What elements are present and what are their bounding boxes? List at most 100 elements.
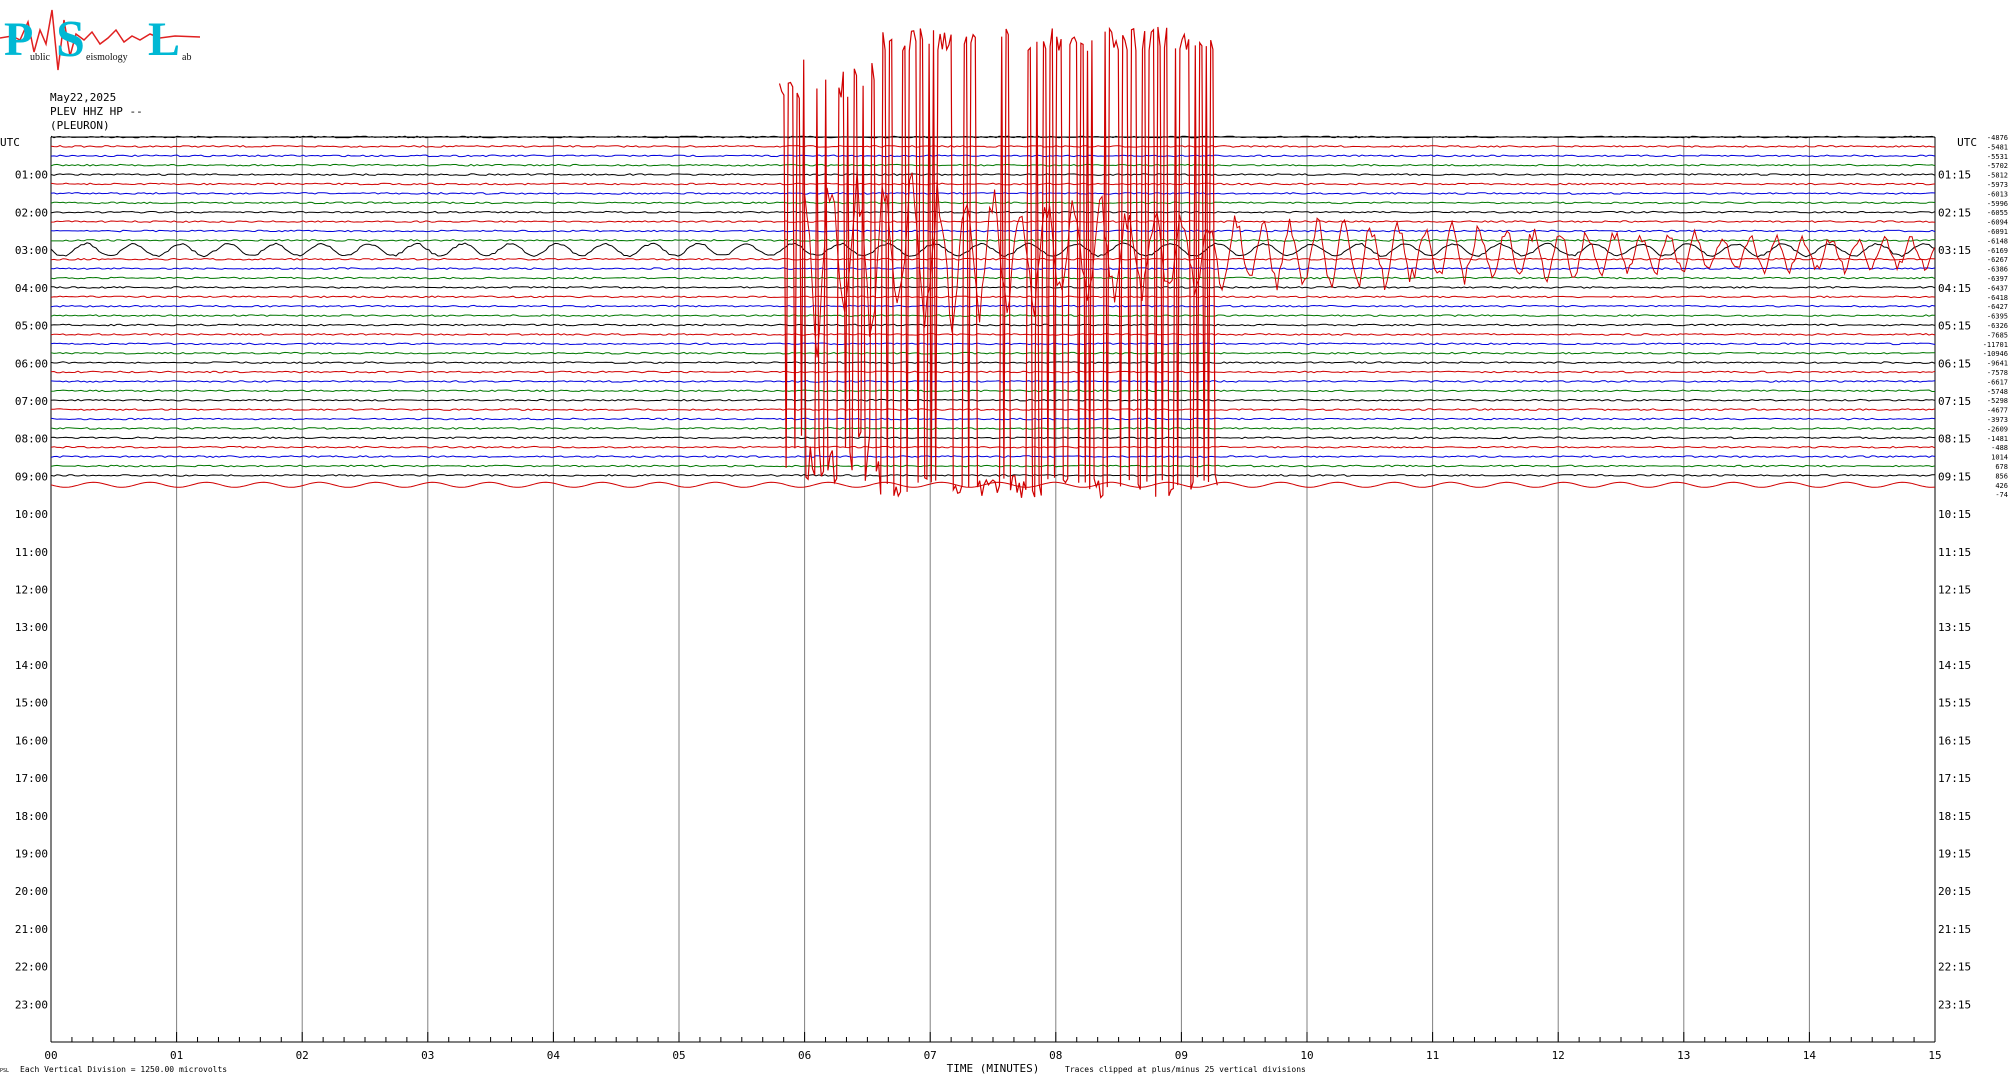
trace-offset-label: -6437 bbox=[1987, 284, 2008, 292]
trace-line bbox=[50, 481, 1936, 488]
trace-line bbox=[50, 210, 1936, 214]
trace-line bbox=[51, 239, 1935, 242]
trace-offset-label: -488 bbox=[1991, 444, 2008, 452]
x-tick-label: 08 bbox=[1049, 1049, 1062, 1062]
x-tick-label: 09 bbox=[1175, 1049, 1188, 1062]
right-hour-label: 16:15 bbox=[1938, 734, 1971, 747]
trace-offset-label: -6397 bbox=[1987, 275, 2008, 283]
trace-line bbox=[51, 286, 1936, 289]
right-hour-label: 21:15 bbox=[1938, 923, 1971, 936]
x-tick-label: 13 bbox=[1677, 1049, 1690, 1062]
trace-line bbox=[50, 351, 1935, 355]
trace-offset-label: -9641 bbox=[1987, 360, 2008, 368]
trace-offset-label: -5702 bbox=[1987, 162, 2008, 170]
left-hour-label: 08:00 bbox=[15, 433, 48, 446]
right-hour-label: 03:15 bbox=[1938, 244, 1971, 257]
x-tick-label: 01 bbox=[170, 1049, 183, 1062]
trace-offset-label: -5996 bbox=[1987, 200, 2008, 208]
trace-offset-label: -6091 bbox=[1987, 228, 2008, 236]
right-hour-label: 04:15 bbox=[1938, 282, 1971, 295]
trace-offset-label: -6169 bbox=[1987, 247, 2008, 255]
x-tick-label: 12 bbox=[1552, 1049, 1565, 1062]
right-hour-label: 17:15 bbox=[1938, 772, 1971, 785]
trace-offset-label: -6094 bbox=[1987, 219, 2008, 227]
left-hour-label: 21:00 bbox=[15, 923, 48, 936]
trace-offset-label: -74 bbox=[1995, 491, 2008, 499]
x-tick-label: 10 bbox=[1300, 1049, 1313, 1062]
trace-offset-label: -7578 bbox=[1987, 369, 2008, 377]
event-coda-trace bbox=[804, 169, 1936, 358]
right-utc-title: UTC bbox=[1957, 136, 1977, 149]
trace-line bbox=[50, 436, 1936, 440]
trace-line bbox=[50, 163, 1936, 167]
left-hour-label: 09:00 bbox=[15, 470, 48, 483]
trace-line bbox=[50, 220, 1936, 223]
right-hour-label: 13:15 bbox=[1938, 621, 1971, 634]
corner-mark: PSL bbox=[0, 1068, 9, 1074]
trace-offset-label: -6267 bbox=[1987, 256, 2008, 264]
trace-offset-label: -5298 bbox=[1987, 397, 2008, 405]
right-hour-label: 10:15 bbox=[1938, 508, 1971, 521]
left-utc-title: UTC bbox=[0, 136, 20, 149]
trace-line bbox=[50, 173, 1936, 176]
trace-line bbox=[51, 408, 1936, 411]
left-hour-label: 06:00 bbox=[15, 357, 48, 370]
trace-offset-label: -10946 bbox=[1983, 350, 2008, 358]
x-tick-label: 14 bbox=[1803, 1049, 1817, 1062]
trace-offset-label: -5973 bbox=[1987, 181, 2008, 189]
left-hour-label: 14:00 bbox=[15, 659, 48, 672]
trace-line bbox=[50, 398, 1936, 402]
left-hour-label: 03:00 bbox=[15, 244, 48, 257]
left-hour-label: 13:00 bbox=[15, 621, 48, 634]
trace-offset-label: 426 bbox=[1995, 482, 2008, 490]
left-hour-label: 22:00 bbox=[15, 961, 48, 974]
trace-line bbox=[50, 323, 1936, 327]
left-hour-label: 10:00 bbox=[15, 508, 48, 521]
right-hour-label: 12:15 bbox=[1938, 584, 1971, 597]
trace-offset-label: -5812 bbox=[1987, 172, 2008, 180]
right-hour-label: 18:15 bbox=[1938, 810, 1971, 823]
x-tick-label: 03 bbox=[421, 1049, 434, 1062]
trace-offset-label: -1481 bbox=[1987, 435, 2008, 443]
trace-line bbox=[50, 474, 1936, 477]
left-hour-label: 02:00 bbox=[15, 206, 48, 219]
left-hour-label: 20:00 bbox=[15, 885, 48, 898]
trace-offset-label: -6395 bbox=[1987, 313, 2008, 321]
trace-line bbox=[50, 389, 1935, 393]
right-hour-label: 09:15 bbox=[1938, 470, 1971, 483]
x-tick-label: 02 bbox=[296, 1049, 309, 1062]
footer-clip-note: Traces clipped at plus/minus 25 vertical… bbox=[1065, 1065, 1306, 1074]
right-hour-label: 23:15 bbox=[1938, 998, 1971, 1011]
right-hour-label: 08:15 bbox=[1938, 433, 1971, 446]
left-hour-label: 16:00 bbox=[15, 734, 48, 747]
trace-offset-label: -4876 bbox=[1987, 134, 2008, 142]
left-hour-label: 11:00 bbox=[15, 546, 48, 559]
x-tick-label: 05 bbox=[672, 1049, 685, 1062]
x-tick-label: 11 bbox=[1426, 1049, 1439, 1062]
trace-line bbox=[50, 417, 1936, 421]
trace-offset-label: 1014 bbox=[1991, 454, 2008, 462]
right-hour-label: 01:15 bbox=[1938, 169, 1971, 182]
trace-line bbox=[50, 242, 1936, 258]
trace-line bbox=[50, 257, 1936, 261]
trace-line bbox=[50, 342, 1936, 346]
left-hour-label: 17:00 bbox=[15, 772, 48, 785]
x-tick-label: 04 bbox=[547, 1049, 561, 1062]
trace-offset-label: -6013 bbox=[1987, 190, 2008, 198]
trace-line bbox=[50, 455, 1936, 458]
trace-offset-label: -5531 bbox=[1987, 153, 2008, 161]
trace-offset-label: -6418 bbox=[1987, 294, 2008, 302]
trace-offset-label: -4677 bbox=[1987, 407, 2008, 415]
right-hour-label: 06:15 bbox=[1938, 357, 1971, 370]
trace-line bbox=[50, 380, 1936, 383]
right-hour-label: 11:15 bbox=[1938, 546, 1971, 559]
footer-scale-note: Each Vertical Division = 1250.00 microvo… bbox=[20, 1065, 227, 1074]
trace-line bbox=[50, 304, 1936, 308]
trace-line bbox=[50, 427, 1936, 430]
event-clipped-trace bbox=[778, 26, 1218, 499]
right-hour-label: 07:15 bbox=[1938, 395, 1971, 408]
x-axis-title: TIME (MINUTES) bbox=[947, 1062, 1040, 1075]
trace-offset-label: -6055 bbox=[1987, 209, 2008, 217]
trace-line bbox=[50, 333, 1936, 336]
trace-line bbox=[50, 182, 1936, 186]
